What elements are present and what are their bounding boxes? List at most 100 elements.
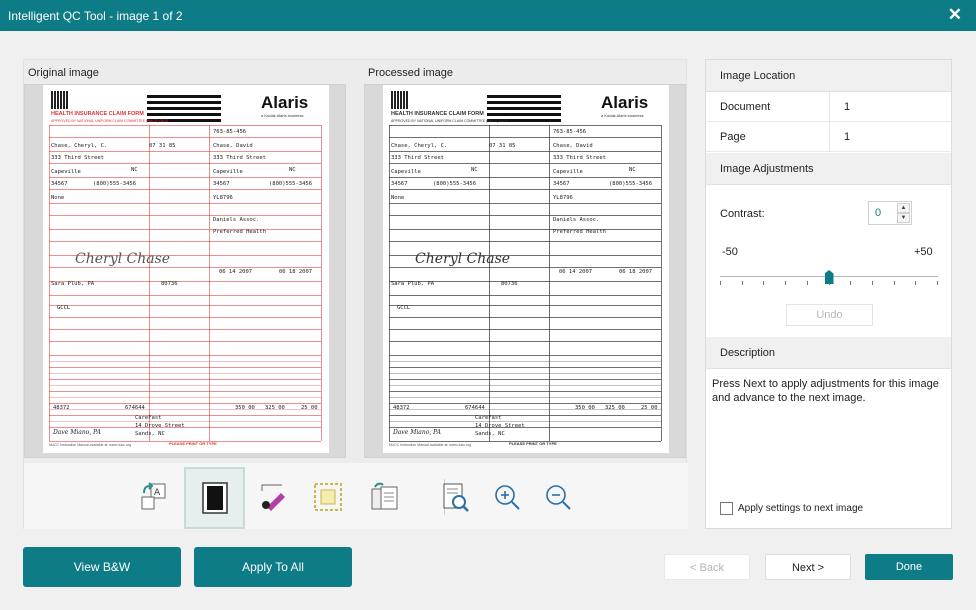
insured-address: 333 Third Street — [213, 155, 266, 161]
brand-logo: Alaris — [261, 93, 309, 112]
done-button[interactable]: Done — [865, 554, 953, 580]
contrast-stepper[interactable]: 0 ▲ ▼ — [868, 201, 912, 225]
apply-next-label: Apply settings to next image — [738, 503, 864, 514]
slider-tick — [871, 281, 873, 285]
copy-pages-icon — [371, 482, 398, 510]
form-grid — [389, 125, 662, 442]
diagnosis-code: GCCL — [57, 305, 71, 311]
form-footer-print: PLEASE PRINT OR TYPE — [169, 441, 217, 446]
patient-name: Chase, Cheryl, C. — [391, 143, 448, 149]
brand-logo: Alaris — [601, 93, 649, 112]
undo-button[interactable]: Undo — [786, 304, 873, 326]
document-search-icon — [443, 483, 469, 512]
dates-to: 06 18 2007 — [279, 269, 313, 275]
insured-zip: 34567 — [213, 181, 230, 187]
settings-panel: Image Location Document 1 Page 1 Image A… — [705, 59, 952, 529]
decrease-icon[interactable]: ▼ — [897, 213, 910, 223]
page-row: Page 1 — [706, 122, 951, 152]
image-preview-panel: Original image Processed image Alaris a … — [23, 59, 688, 529]
insured-phone: (800)555-3456 — [609, 181, 653, 187]
patient-birth: 07 31 85 — [489, 143, 516, 149]
slider-tick — [915, 281, 917, 285]
page-label: Page — [706, 122, 830, 152]
rotate-tool-button[interactable]: A — [134, 477, 172, 517]
contrast-value[interactable]: 0 — [875, 207, 881, 219]
apply-to-all-button[interactable]: Apply To All — [194, 547, 352, 587]
processed-claim-form-page: Alaris a Kodak Alaris business HEALTH IN… — [383, 85, 669, 453]
crop-tool-button[interactable] — [309, 477, 347, 517]
employer-name: Daniels Assoc. — [213, 217, 260, 223]
form-footer: NUCC Instruction Manual available at: ww… — [49, 443, 132, 447]
back-button[interactable]: < Back — [664, 554, 750, 580]
view-bw-button[interactable]: View B&W — [23, 547, 181, 587]
barcode-icon — [391, 91, 409, 109]
slider-tick — [741, 281, 743, 285]
brand-subtitle: a Kodak Alaris business — [601, 113, 644, 118]
total-charge: 350 00 — [235, 405, 255, 411]
close-icon[interactable]: ✕ — [948, 6, 962, 24]
form-footer-print: PLEASE PRINT OR TYPE — [509, 441, 557, 446]
slider-tick — [893, 281, 895, 285]
copy-pages-button[interactable] — [366, 477, 404, 517]
group-number: YL8796 — [553, 195, 573, 201]
dates-from: 06 14 2007 — [219, 269, 253, 275]
svg-text:A: A — [154, 488, 161, 498]
form-title: HEALTH INSURANCE CLAIM FORM — [51, 111, 144, 117]
patient-zip: 34567 — [51, 181, 68, 187]
patient-account: 674644 — [465, 405, 485, 411]
insured-phone: (800)555-3456 — [269, 181, 313, 187]
logo-bar — [487, 101, 561, 104]
contrast-slider[interactable] — [720, 267, 938, 289]
patient-state: NC — [471, 167, 478, 173]
tax-id: 48372 — [393, 405, 410, 411]
patient-state: NC — [131, 167, 138, 173]
apply-next-checkbox[interactable] — [720, 502, 733, 515]
contrast-min-label: -50 — [722, 246, 738, 258]
total-charge: 350 00 — [575, 405, 595, 411]
crop-tool-icon — [314, 483, 342, 511]
diagnosis-code: GCCL — [397, 305, 411, 311]
slider-thumb[interactable] — [824, 270, 834, 284]
insured-state: NC — [629, 167, 636, 173]
slider-tick — [806, 281, 808, 285]
original-image-label: Original image — [28, 67, 99, 79]
insured-address: 333 Third Street — [553, 155, 606, 161]
patient-address: 333 Third Street — [391, 155, 444, 161]
patient-name: Chase, Cheryl, C. — [51, 143, 108, 149]
original-image-frame[interactable]: Alaris a Kodak Alaris business HEALTH IN… — [24, 84, 346, 458]
increase-icon[interactable]: ▲ — [897, 203, 910, 213]
tax-id: 48372 — [53, 405, 70, 411]
zoom-in-icon — [495, 485, 520, 510]
document-search-button[interactable] — [436, 477, 474, 517]
patient-signature: Cheryl Chase — [415, 251, 511, 267]
form-title: HEALTH INSURANCE CLAIM FORM — [391, 111, 484, 117]
pen-tool-button[interactable] — [254, 477, 292, 517]
zoom-in-button[interactable] — [488, 477, 526, 517]
patient-birth: 07 31 85 — [149, 143, 176, 149]
form-grid — [49, 125, 322, 442]
logo-bar — [147, 95, 221, 98]
next-button[interactable]: Next > — [765, 554, 851, 580]
page-value: 1 — [844, 131, 851, 143]
image-adjustments-header: Image Adjustments — [706, 153, 951, 185]
bw-toggle-button[interactable] — [184, 467, 245, 529]
insured-name: Chase, David — [213, 143, 253, 149]
plan-name: Preferred Health — [553, 229, 606, 235]
processed-image-frame[interactable]: Alaris a Kodak Alaris business HEALTH IN… — [364, 84, 686, 458]
zoom-out-button[interactable] — [539, 477, 577, 517]
amount-paid: 325 00 — [605, 405, 625, 411]
document-label: Document — [706, 92, 830, 122]
insured-city: Capeville — [553, 169, 583, 175]
rotate-tool-icon: A — [141, 482, 166, 510]
slider-tick — [850, 281, 852, 285]
dates-to: 06 18 2007 — [619, 269, 653, 275]
logo-bar — [487, 107, 561, 110]
slider-tick — [720, 281, 721, 285]
patient-phone: (800)555-3456 — [433, 181, 477, 187]
balance-due: 25 00 — [641, 405, 658, 411]
brand-subtitle: a Kodak Alaris business — [261, 113, 304, 118]
other-insured: None — [51, 195, 65, 201]
facility-address: 14 Drove Street — [475, 423, 525, 429]
description-header: Description — [706, 337, 951, 369]
plan-name: Preferred Health — [213, 229, 266, 235]
